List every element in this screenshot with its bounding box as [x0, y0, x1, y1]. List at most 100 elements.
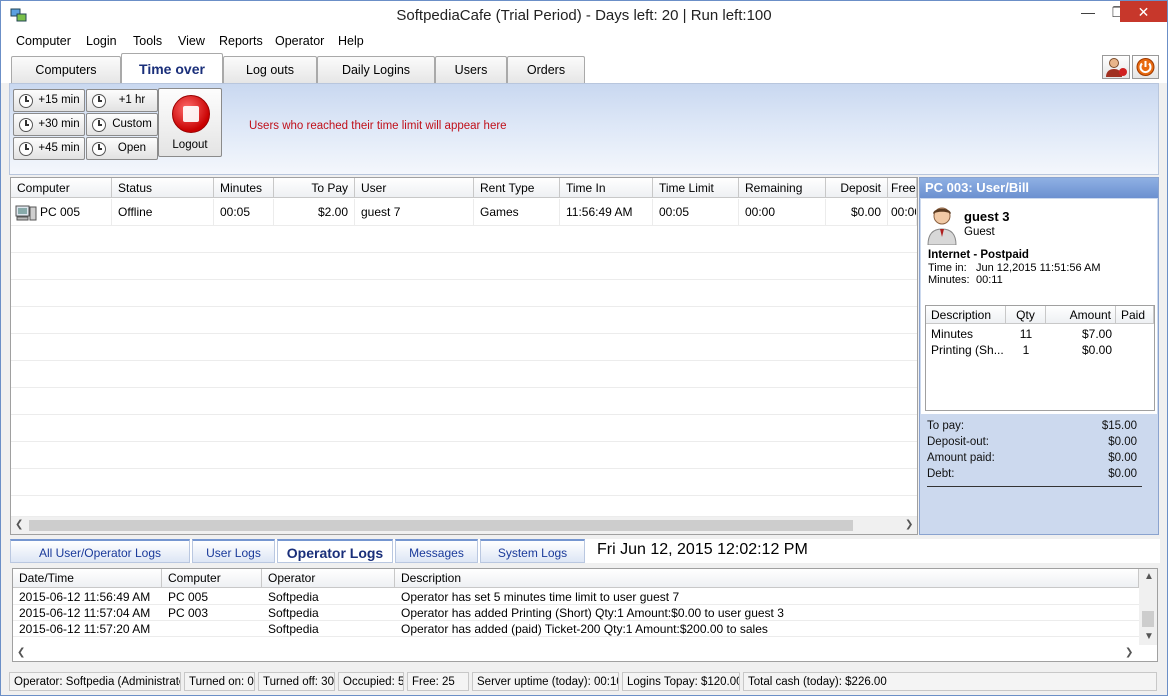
main-tabs: Computers Time over Log outs Daily Login… — [1, 53, 1167, 83]
empty-row — [11, 226, 917, 253]
close-button[interactable]: ✕ — [1120, 1, 1167, 22]
scrollbar-thumb[interactable] — [1142, 611, 1154, 627]
bill-col-paid[interactable]: Paid — [1116, 306, 1154, 324]
add-30-min-button[interactable]: +30 min — [13, 113, 85, 136]
scrollbar-thumb[interactable] — [29, 520, 853, 531]
tab-computers[interactable]: Computers — [11, 56, 121, 83]
scroll-up-icon[interactable]: ▲ — [1144, 571, 1154, 582]
bill-item-qty: 1 — [1022, 343, 1030, 357]
log-col-description[interactable]: Description — [395, 569, 1139, 588]
bill-col-description[interactable]: Description — [926, 306, 1006, 324]
tab-time-over[interactable]: Time over — [121, 53, 223, 83]
menu-computer[interactable]: Computer — [16, 34, 71, 48]
log-col-datetime[interactable]: Date/Time — [13, 569, 162, 588]
minimize-button[interactable]: — — [1071, 1, 1105, 23]
col-time-in[interactable]: Time In — [560, 178, 653, 198]
status-operator: Operator: Softpedia (Administrator) — [9, 672, 181, 691]
bill-item-paid — [1120, 342, 1154, 358]
log-datetime: 2015-06-12 11:57:04 AM — [19, 606, 151, 620]
menu-operator[interactable]: Operator — [275, 34, 324, 48]
status-turned-on: Turned on: 0 — [184, 672, 255, 691]
tab-orders[interactable]: Orders — [507, 56, 585, 83]
tab-users[interactable]: Users — [435, 56, 507, 83]
amount-paid-value: $0.00 — [1108, 452, 1137, 464]
log-computer: PC 003 — [168, 606, 209, 620]
status-logins-topay: Logins Topay: $120.00 — [622, 672, 740, 691]
rent-type: Internet - Postpaid — [928, 249, 1029, 261]
scroll-down-icon[interactable]: ▼ — [1144, 631, 1154, 642]
tab-system-logs[interactable]: System Logs — [480, 539, 585, 563]
scroll-right-icon[interactable]: ❯ — [1125, 647, 1133, 658]
tab-all-logs[interactable]: All User/Operator Logs — [10, 539, 190, 563]
cell-user: guest 7 — [355, 199, 474, 226]
user-icon — [1106, 58, 1127, 77]
menu-tools[interactable]: Tools — [133, 34, 162, 48]
user-name: guest 3 — [964, 209, 1010, 224]
bill-item-amount: $0.00 — [1081, 343, 1112, 357]
col-time-limit[interactable]: Time Limit — [653, 178, 739, 198]
menu-login[interactable]: Login — [86, 34, 117, 48]
table-row[interactable]: PC 005 Offline 00:05 $2.00 guest 7 Games… — [11, 199, 917, 226]
col-remaining[interactable]: Remaining — [739, 178, 826, 198]
col-user[interactable]: User — [355, 178, 474, 198]
log-row[interactable]: 2015-06-12 11:57:20 AM Softpedia Operato… — [13, 621, 1139, 637]
logout-button[interactable]: Logout — [158, 88, 222, 157]
user-logout-button[interactable] — [1102, 55, 1130, 79]
empty-row — [11, 442, 917, 469]
computer-icon — [15, 205, 37, 221]
tab-daily-logins[interactable]: Daily Logins — [317, 56, 435, 83]
scroll-left-icon[interactable]: ❮ — [15, 519, 23, 530]
bill-col-qty[interactable]: Qty — [1006, 306, 1046, 324]
open-time-button[interactable]: Open — [86, 137, 158, 160]
power-button[interactable] — [1132, 55, 1159, 79]
scroll-right-icon[interactable]: ❯ — [905, 519, 913, 530]
menu-reports[interactable]: Reports — [219, 34, 263, 48]
log-col-operator[interactable]: Operator — [262, 569, 395, 588]
panel-title: PC 003: User/Bill — [920, 178, 1158, 198]
log-col-computer[interactable]: Computer — [162, 569, 262, 588]
logout-label: Logout — [172, 139, 208, 151]
tab-user-logs[interactable]: User Logs — [192, 539, 275, 563]
add-45-min-button[interactable]: +45 min — [13, 137, 85, 160]
empty-row — [11, 361, 917, 388]
clock-icon — [19, 142, 33, 156]
empty-row — [11, 280, 917, 307]
grid-horizontal-scrollbar[interactable]: ❮ ❯ — [11, 517, 917, 534]
logs-vertical-scrollbar[interactable]: ▲ ▼ — [1139, 569, 1157, 645]
empty-row — [11, 388, 917, 415]
time-in-label: Time in: — [928, 262, 967, 274]
log-row[interactable]: 2015-06-12 11:57:04 AM PC 003 Softpedia … — [13, 605, 1139, 621]
status-turned-off: Turned off: 30 — [258, 672, 335, 691]
tab-log-outs[interactable]: Log outs — [223, 56, 317, 83]
log-row[interactable]: 2015-06-12 11:56:49 AM PC 005 Softpedia … — [13, 589, 1139, 605]
to-pay-label: To pay: — [927, 420, 965, 432]
col-free[interactable]: Free — [888, 178, 917, 198]
cell-computer: PC 005 — [35, 199, 112, 226]
add-15-min-button[interactable]: +15 min — [13, 89, 85, 112]
time-in-value: Jun 12,2015 11:51:56 AM — [976, 262, 1101, 274]
col-deposit[interactable]: Deposit — [826, 178, 888, 198]
clock-icon — [92, 94, 106, 108]
tab-operator-logs[interactable]: Operator Logs — [277, 539, 393, 563]
menu-view[interactable]: View — [178, 34, 205, 48]
col-minutes[interactable]: Minutes — [214, 178, 274, 198]
status-total-cash: Total cash (today): $226.00 — [743, 672, 1157, 691]
cell-remaining: 00:00 — [739, 199, 826, 226]
log-operator: Softpedia — [268, 590, 319, 604]
col-rent-type[interactable]: Rent Type — [474, 178, 560, 198]
col-computer[interactable]: Computer — [11, 178, 112, 198]
tab-messages[interactable]: Messages — [395, 539, 478, 563]
scroll-left-icon[interactable]: ❮ — [17, 647, 25, 658]
add-1-hr-button[interactable]: +1 hr — [86, 89, 158, 112]
empty-row — [11, 469, 917, 496]
window-title: SoftpediaCafe (Trial Period) - Days left… — [396, 7, 772, 24]
amount-paid-label: Amount paid: — [927, 452, 995, 464]
col-to-pay[interactable]: To Pay — [274, 178, 355, 198]
bill-col-amount[interactable]: Amount — [1046, 306, 1116, 324]
bill-item-qty: 11 — [1019, 327, 1033, 341]
empty-row — [11, 253, 917, 280]
menu-help[interactable]: Help — [338, 34, 364, 48]
col-status[interactable]: Status — [112, 178, 214, 198]
cell-rent-type: Games — [474, 199, 560, 226]
custom-time-button[interactable]: Custom — [86, 113, 158, 136]
